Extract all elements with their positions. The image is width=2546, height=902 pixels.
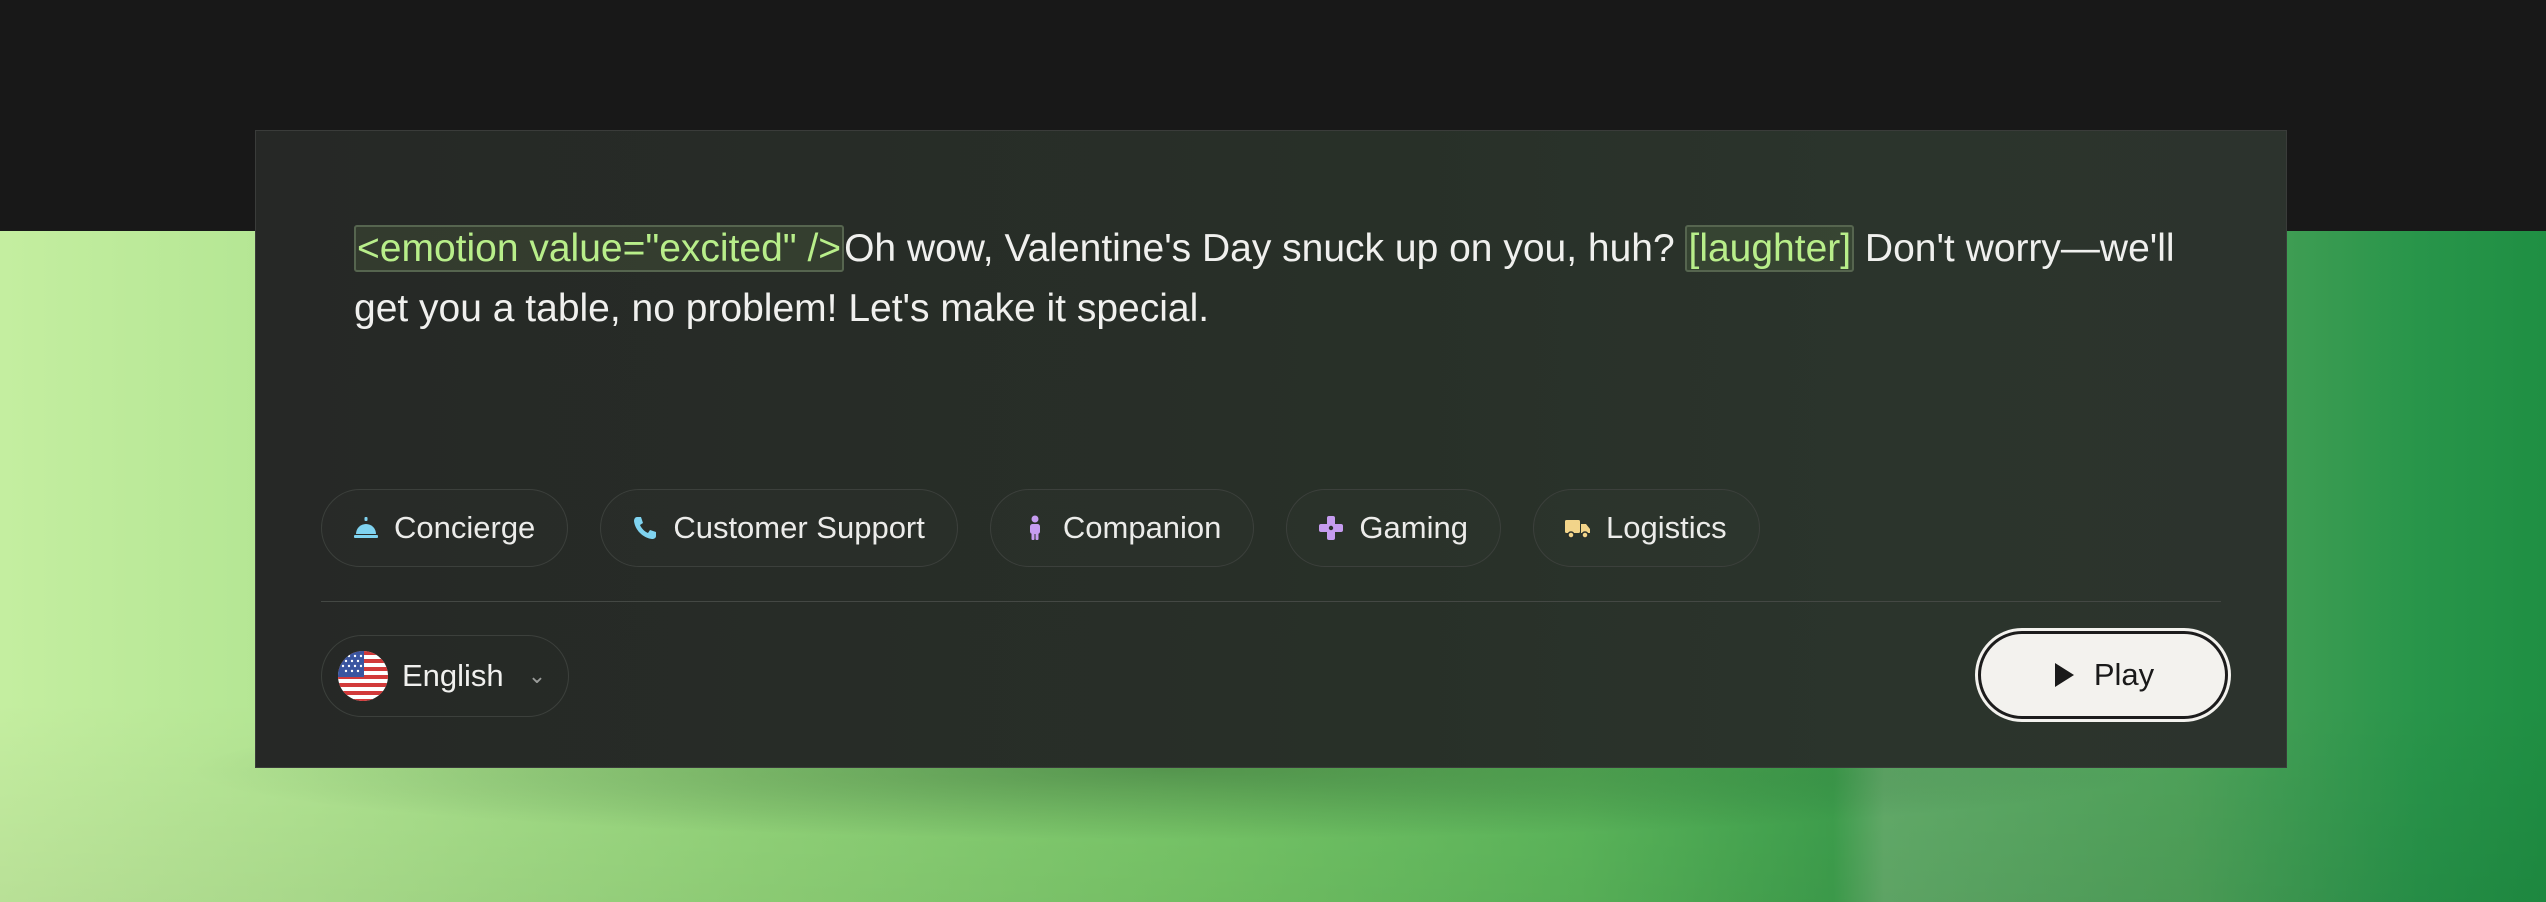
language-label: English — [402, 658, 504, 693]
bell-icon — [354, 517, 378, 538]
emotion-tag: <emotion value="excited" /> — [354, 225, 845, 272]
voice-demo-panel: <emotion value="excited" />Oh wow, Valen… — [255, 130, 2287, 768]
us-flag-icon — [338, 651, 388, 701]
chip-gaming[interactable]: Gaming — [1286, 489, 1501, 567]
chip-concierge[interactable]: Concierge — [321, 489, 569, 567]
chip-label: Customer Support — [673, 510, 925, 545]
chip-label: Logistics — [1605, 510, 1727, 545]
use-case-chips: Concierge Customer Support Companion Gam… — [321, 489, 1760, 567]
gamepad-icon — [1319, 516, 1344, 540]
truck-icon — [1564, 520, 1590, 539]
play-label: Play — [2093, 657, 2155, 692]
chevron-down-icon: ⌄ — [527, 663, 547, 688]
chip-companion[interactable]: Companion — [989, 489, 1255, 567]
chip-customer-support[interactable]: Customer Support — [600, 489, 958, 567]
person-icon — [1029, 515, 1040, 540]
play-icon — [2054, 663, 2074, 687]
laughter-tag: [laughter] — [1685, 225, 1855, 272]
script-text[interactable]: <emotion value="excited" />Oh wow, Valen… — [354, 219, 2194, 339]
play-button[interactable]: Play — [1978, 631, 2228, 719]
language-select[interactable]: English ⌄ — [321, 635, 570, 717]
phone-icon — [634, 517, 657, 539]
script-text-part1: Oh wow, Valentine's Day snuck up on you,… — [844, 227, 1686, 270]
chip-label: Concierge — [394, 510, 536, 545]
divider — [321, 601, 2221, 602]
chip-label: Gaming — [1359, 510, 1468, 545]
chip-logistics[interactable]: Logistics — [1532, 489, 1760, 567]
chip-label: Companion — [1062, 510, 1222, 545]
